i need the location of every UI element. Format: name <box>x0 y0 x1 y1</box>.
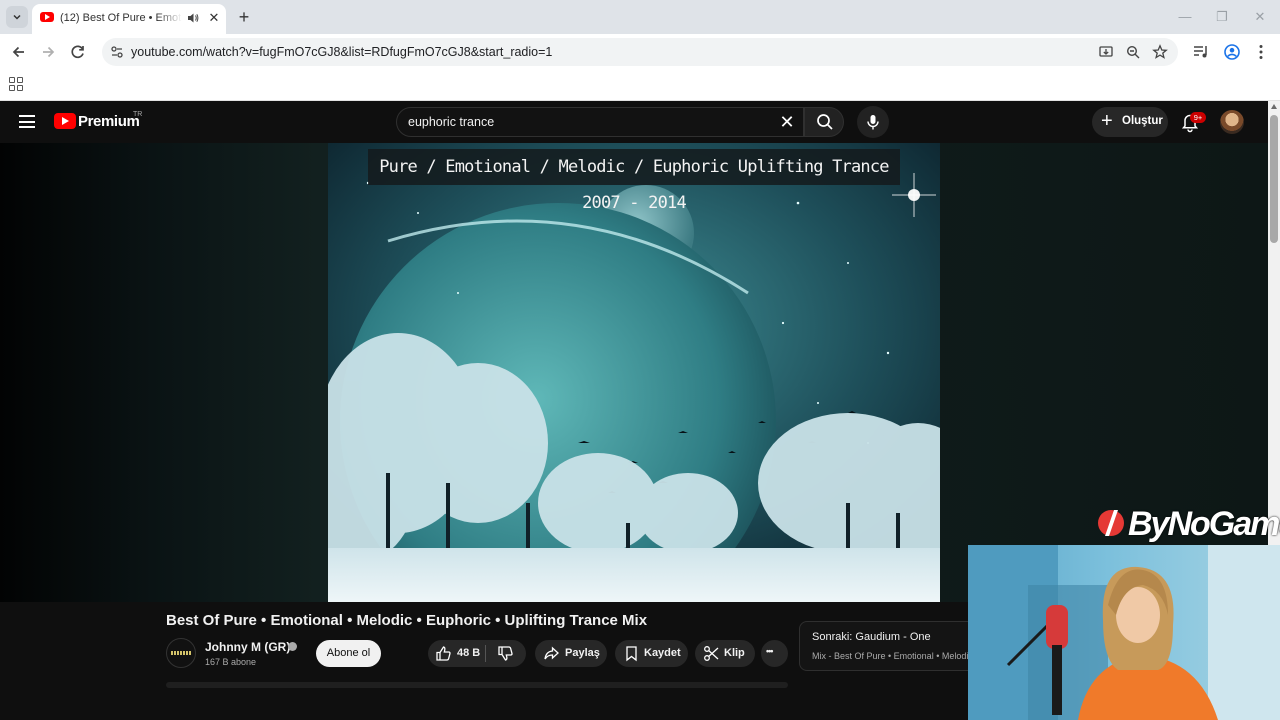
video-player[interactable]: Pure / Emotional / Melodic / Euphoric Up… <box>0 143 1268 602</box>
webcam-feed <box>968 545 1280 720</box>
up-next-subtitle: Mix - Best Of Pure • Emotional • Melodic <box>812 651 973 661</box>
bookmarks-bar <box>0 70 1280 101</box>
chevron-down-icon <box>13 14 21 20</box>
notification-badge: 9+ <box>1190 112 1206 123</box>
brand-logo-icon <box>1098 510 1124 536</box>
media-control-icon[interactable] <box>1192 43 1210 61</box>
profile-icon[interactable] <box>1223 43 1241 61</box>
minimize-button[interactable]: — <box>1176 8 1194 26</box>
search-button[interactable] <box>804 107 844 137</box>
share-icon <box>544 646 559 660</box>
new-tab-button[interactable]: + <box>234 7 254 27</box>
create-button[interactable]: + Oluştur <box>1092 107 1168 137</box>
youtube-premium-wordmark[interactable]: Premium <box>78 113 140 130</box>
streamer-brand-overlay: ByNoGame <box>1096 504 1280 544</box>
youtube-masthead: Premium TR euphoric trance ✕ + Oluştur 9… <box>0 101 1268 143</box>
voice-search-button[interactable] <box>857 106 889 138</box>
reload-icon[interactable] <box>68 42 88 62</box>
microphone-icon <box>867 115 879 130</box>
address-bar[interactable]: youtube.com/watch?v=fugFmO7cGJ8&list=RDf… <box>102 38 1178 66</box>
search-icon <box>817 114 833 130</box>
webcam-person-image <box>968 545 1280 720</box>
bookmark-icon <box>626 646 637 662</box>
install-app-icon[interactable] <box>1098 44 1114 60</box>
plus-icon: + <box>1101 110 1113 132</box>
window-close-button[interactable]: ✕ <box>1251 8 1269 26</box>
tab-title: (12) Best Of Pure • Emotional <box>60 12 182 24</box>
share-label: Paylaş <box>565 647 600 659</box>
clip-button[interactable]: Klip <box>695 640 755 667</box>
up-next-title: Sonraki: Gaudium - One <box>812 631 931 643</box>
search-query[interactable]: euphoric trance <box>408 115 494 129</box>
youtube-logo-icon[interactable] <box>54 113 76 129</box>
browser-toolbar: youtube.com/watch?v=fugFmO7cGJ8&list=RDf… <box>0 34 1280 70</box>
search-input[interactable]: euphoric trance ✕ <box>396 107 804 137</box>
more-dots-icon: ••• <box>766 646 774 656</box>
verified-badge-icon <box>288 642 297 651</box>
arrow-left-icon[interactable] <box>9 42 29 62</box>
like-button[interactable]: 48 B <box>428 640 485 667</box>
channel-avatar[interactable] <box>166 638 196 668</box>
share-button[interactable]: Paylaş <box>535 640 607 667</box>
hamburger-menu-icon[interactable] <box>19 115 35 128</box>
channel-name[interactable]: Johnny M (GR) <box>205 640 290 654</box>
site-info-icon[interactable] <box>110 45 124 59</box>
apps-grid-icon[interactable] <box>9 77 23 91</box>
scissors-icon <box>704 646 719 661</box>
clip-label: Klip <box>724 647 745 659</box>
like-count: 48 B <box>457 647 481 659</box>
star-icon[interactable] <box>1152 44 1168 60</box>
arrow-right-icon[interactable] <box>38 42 58 62</box>
subscribe-button[interactable]: Abone ol <box>316 640 381 667</box>
video-title: Best Of Pure • Emotional • Melodic • Eup… <box>166 612 648 629</box>
country-code: TR <box>133 111 143 118</box>
speaker-icon[interactable] <box>186 11 200 25</box>
brand-wordmark: ByNoGame <box>1128 505 1280 543</box>
browser-tab-strip: (12) Best Of Pure • Emotional ✕ + — ❐ ✕ <box>0 0 1280 34</box>
tab-search-button[interactable] <box>6 6 28 28</box>
scroll-up-arrow-icon[interactable] <box>1271 104 1277 109</box>
save-button[interactable]: Kaydet <box>615 640 688 667</box>
subscriber-count: 167 B abone <box>205 657 257 667</box>
account-avatar[interactable] <box>1220 110 1244 134</box>
description-box-edge <box>166 682 788 688</box>
dislike-button[interactable] <box>486 640 526 667</box>
scroll-thumb[interactable] <box>1270 115 1278 243</box>
thumbs-up-icon <box>436 646 451 661</box>
thumbs-down-icon <box>498 646 513 661</box>
browser-tab-active[interactable]: (12) Best Of Pure • Emotional ✕ <box>32 4 226 34</box>
zoom-icon[interactable] <box>1125 44 1141 60</box>
youtube-favicon-icon <box>40 12 54 22</box>
restore-button[interactable]: ❐ <box>1213 8 1231 26</box>
close-tab-icon[interactable]: ✕ <box>206 10 222 26</box>
like-dislike-group: 48 B <box>428 640 526 667</box>
save-label: Kaydet <box>644 647 681 659</box>
kebab-menu-icon[interactable] <box>1252 43 1270 61</box>
video-overlay-title: Pure / Emotional / Melodic / Euphoric Up… <box>368 149 900 213</box>
url-text[interactable]: youtube.com/watch?v=fugFmO7cGJ8&list=RDf… <box>131 45 552 59</box>
more-actions-button[interactable]: ••• <box>761 640 788 667</box>
create-label: Oluştur <box>1122 115 1163 127</box>
clear-search-icon[interactable]: ✕ <box>777 112 797 132</box>
